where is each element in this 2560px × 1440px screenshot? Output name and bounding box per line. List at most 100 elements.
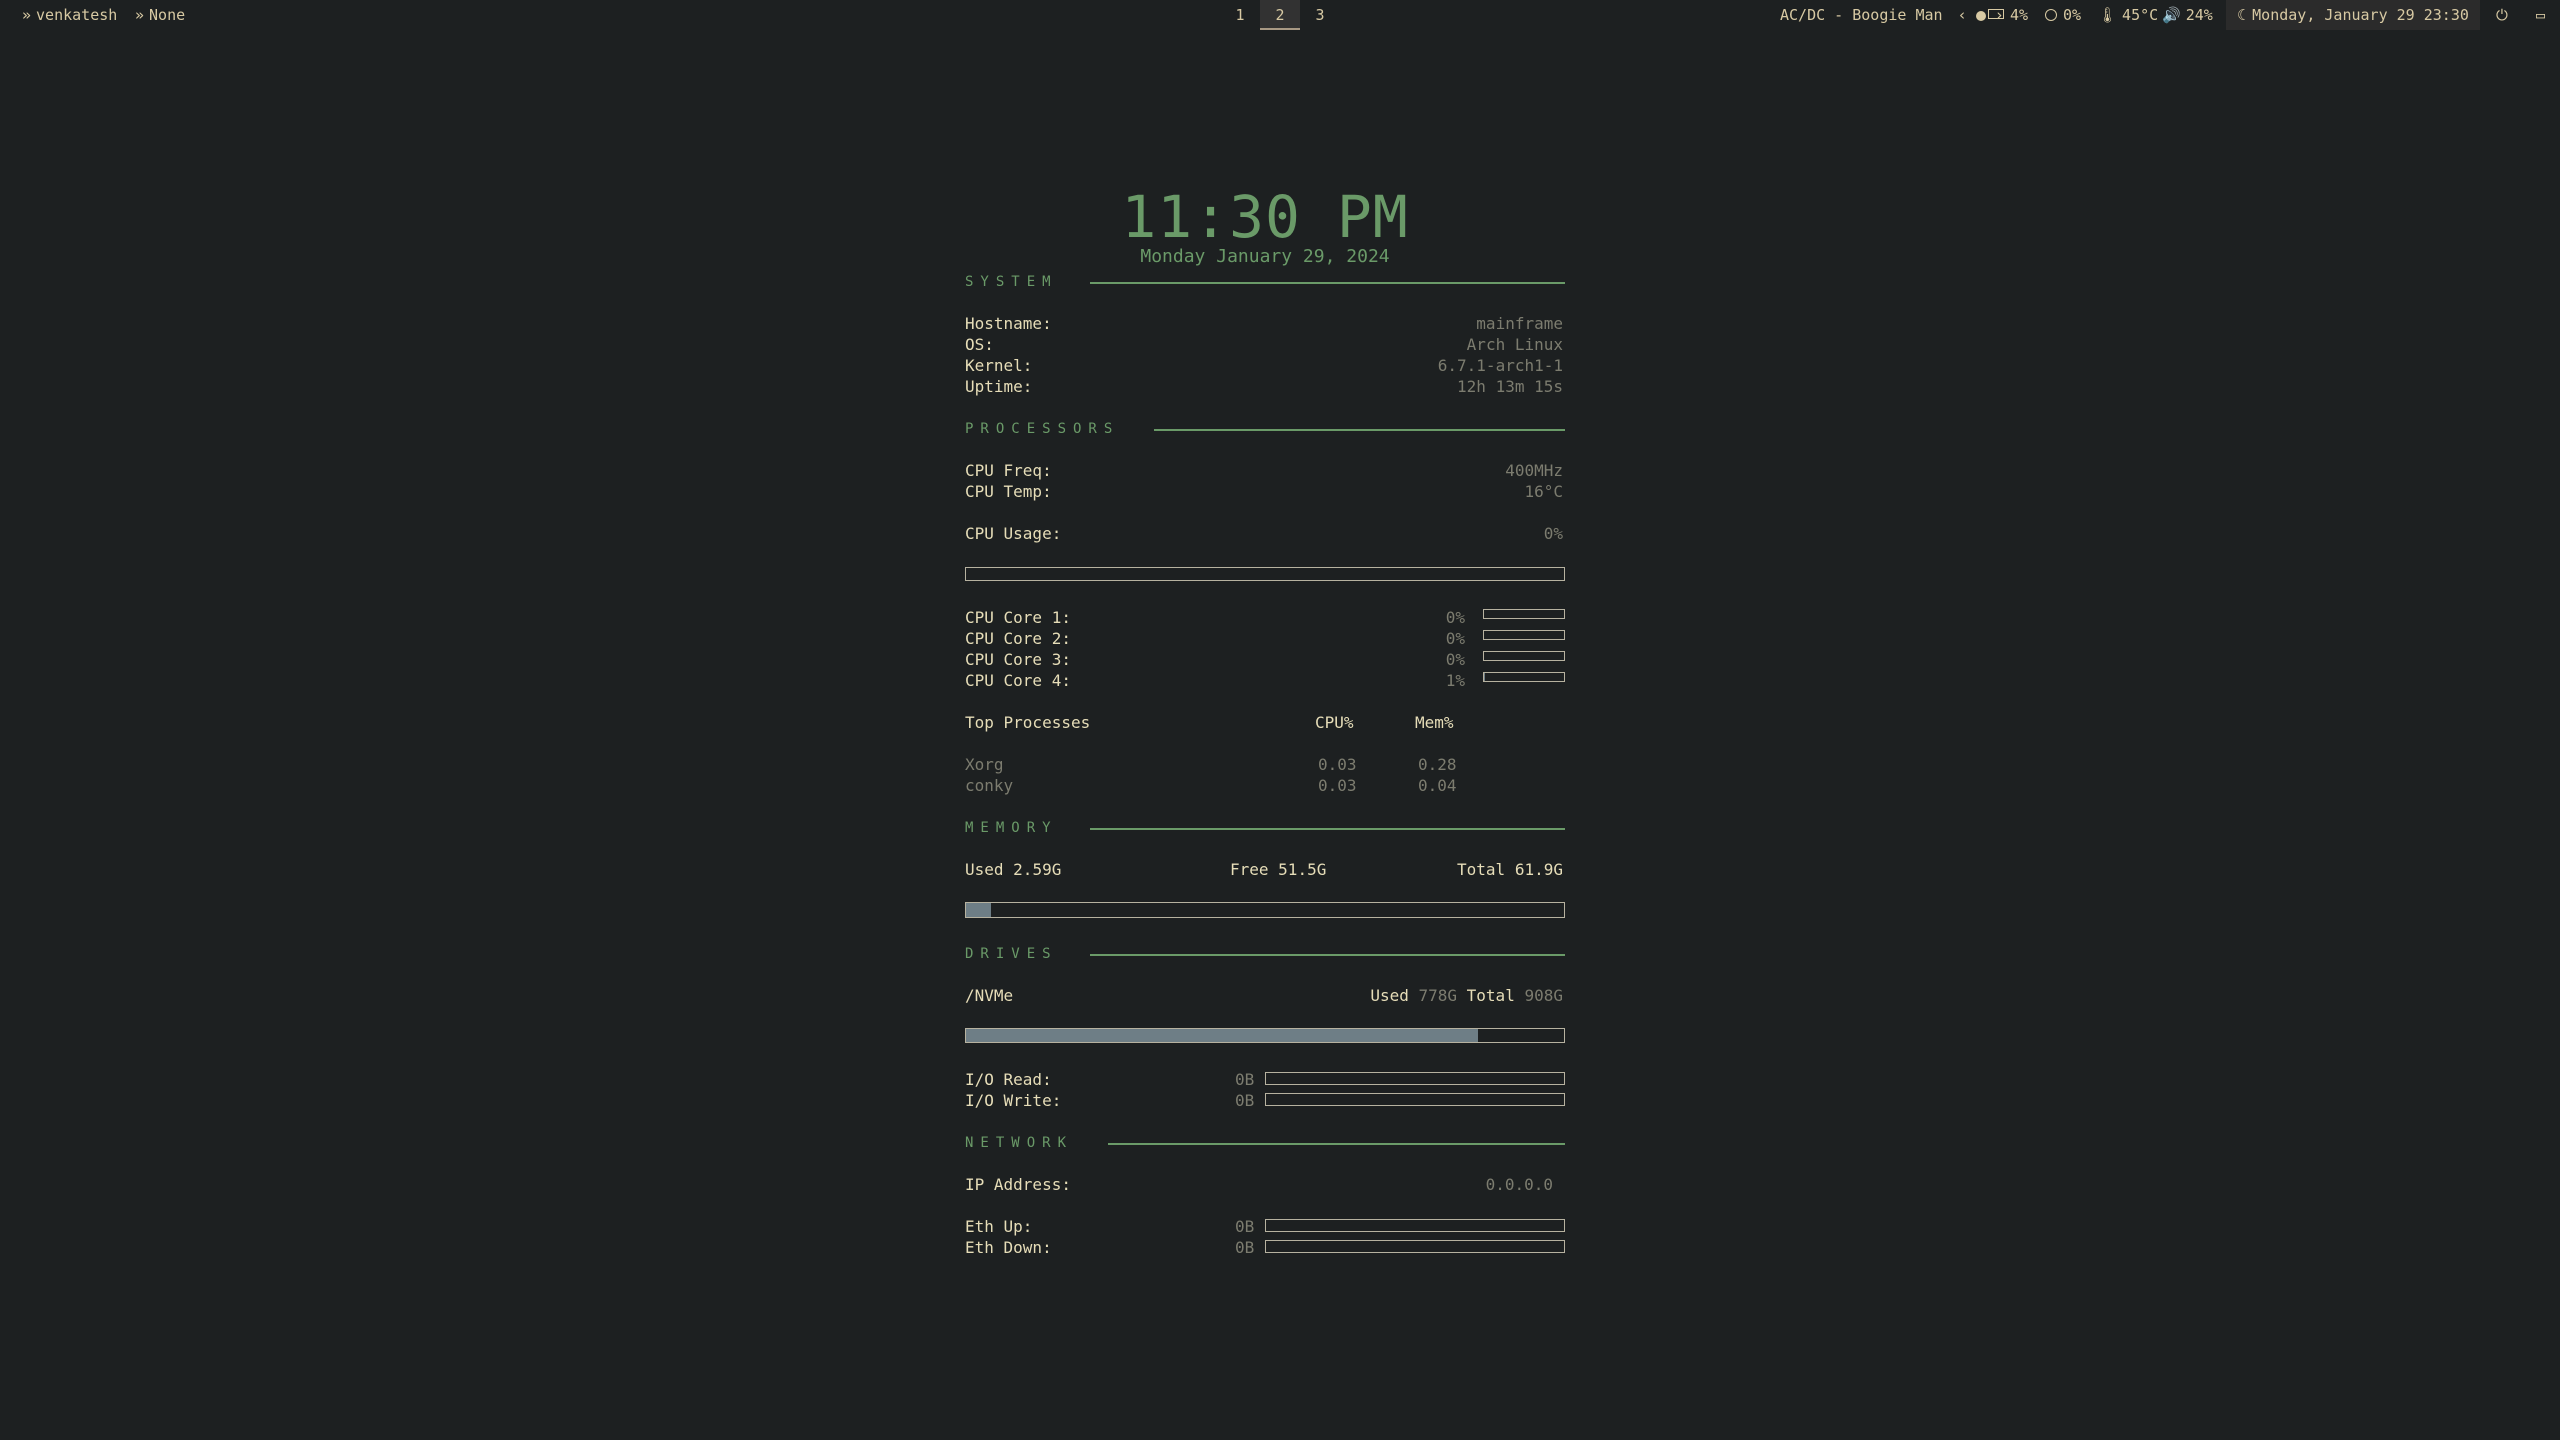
cpu-core-value: 1% — [1445, 671, 1465, 690]
section-title: DRIVES — [965, 944, 1072, 964]
io-write-label: I/O Write: — [965, 1091, 1062, 1110]
memory-used-value: 2.59G — [1013, 860, 1062, 879]
cpu-core-label: CPU Core 3: — [965, 650, 1071, 669]
io-read-value: 0B — [1235, 1070, 1255, 1089]
uptime-row: Uptime: 12h 13m 15s — [965, 376, 1565, 397]
section-title: MEMORY — [965, 818, 1072, 838]
memory-total-value: 61.9G — [1514, 860, 1563, 879]
uptime-value: 12h 13m 15s — [1457, 377, 1563, 396]
io-read-label: I/O Read: — [965, 1070, 1052, 1089]
cpu-core-row: CPU Core 4: 1% — [965, 670, 1565, 691]
prev-track-icon[interactable]: ‹ — [1958, 6, 1967, 24]
eth-down-graph — [1265, 1240, 1565, 1253]
processors-section-header: PROCESSORS — [965, 419, 1565, 439]
drive-usage-bar — [965, 1028, 1565, 1043]
process-row: Xorg 0.03 0.28 — [965, 754, 1565, 775]
cpu-freq-row: CPU Freq: 400MHz — [965, 460, 1565, 481]
kernel-label: Kernel: — [965, 356, 1033, 375]
memory-total-label: Total — [1457, 860, 1506, 879]
memory-free-value: 51.5G — [1278, 860, 1327, 879]
cpu-core-row: CPU Core 1: 0% — [965, 607, 1565, 628]
chevron-right-icon: » — [22, 6, 32, 24]
section-rule — [1090, 954, 1565, 956]
cpu-core-label: CPU Core 1: — [965, 608, 1071, 627]
hostname-row: Hostname: mainframe — [965, 313, 1565, 334]
cpu-usage-label: CPU Usage: — [965, 524, 1062, 543]
volume-value: 24% — [2185, 6, 2213, 24]
volume-icon: 🔊 — [2162, 6, 2181, 24]
drive-row: /NVMe Used 778G Total 908G — [965, 985, 1565, 1006]
io-write-value: 0B — [1235, 1091, 1255, 1110]
drive-total-label: Total — [1466, 986, 1515, 1005]
process-row: conky 0.03 0.04 — [965, 775, 1565, 796]
memory-usage-bar-fill — [966, 903, 992, 917]
user-module[interactable]: » venkatesh — [22, 0, 117, 30]
cpu-module[interactable]: 4% — [1988, 0, 2028, 30]
section-rule — [1154, 429, 1565, 431]
os-value: Arch Linux — [1466, 335, 1563, 354]
drive-used-value: 778G — [1418, 986, 1458, 1005]
process-name: Xorg — [965, 755, 1004, 774]
window-title: None — [149, 6, 186, 24]
eth-up-row: Eth Up: 0B — [965, 1216, 1565, 1237]
io-read-graph — [1265, 1072, 1565, 1085]
process-cpu: 0.03 — [1318, 755, 1357, 774]
clock-time: 11:30 PM — [1121, 183, 1409, 251]
section-rule — [1108, 1143, 1565, 1145]
eth-down-row: Eth Down: 0B — [965, 1237, 1565, 1258]
cpu-icon — [1988, 9, 2004, 19]
cpu-core-bar — [1483, 630, 1565, 640]
section-title: SYSTEM — [965, 272, 1072, 292]
cpu-usage-value: 0% — [1543, 524, 1563, 543]
memory-summary-row: Used 2.59G Free 51.5G Total 61.9G — [965, 859, 1565, 880]
eth-up-label: Eth Up: — [965, 1217, 1033, 1236]
workspace-3[interactable]: 3 — [1300, 0, 1340, 30]
os-row: OS: Arch Linux — [965, 334, 1565, 355]
user-name: venkatesh — [36, 6, 118, 24]
eth-up-graph — [1265, 1219, 1565, 1232]
section-rule — [1090, 282, 1565, 284]
cpu-freq-label: CPU Freq: — [965, 461, 1052, 480]
datetime-module[interactable]: ☾ Monday, January 29 23:30 — [2226, 0, 2480, 30]
temperature-module[interactable]: 🌡 45°C — [2098, 0, 2158, 30]
os-label: OS: — [965, 335, 994, 354]
cpu-usage-row: CPU Usage: 0% — [965, 523, 1565, 544]
system-section-header: SYSTEM — [965, 272, 1565, 292]
kernel-row: Kernel: 6.7.1-arch1-1 — [965, 355, 1565, 376]
datetime-value: Monday, January 29 23:30 — [2252, 6, 2469, 24]
top-processes-header: Top Processes CPU% Mem% — [965, 712, 1565, 733]
io-write-graph — [1265, 1093, 1565, 1106]
process-mem: 0.28 — [1418, 755, 1457, 774]
workspace-1[interactable]: 1 — [1220, 0, 1260, 30]
music-module[interactable]: AC/DC - Boogie Man ‹ › — [1780, 0, 2004, 30]
workspace-2[interactable]: 2 — [1260, 0, 1300, 30]
drive-total-value: 908G — [1524, 986, 1563, 1005]
cpu-usage-bar — [965, 567, 1565, 581]
monitor-icon[interactable]: ▭ — [2536, 0, 2545, 30]
memory-section-header: MEMORY — [965, 818, 1565, 838]
cpu-core-row: CPU Core 3: 0% — [965, 649, 1565, 670]
drive-stats: Used 778G Total 908G — [1370, 985, 1563, 1006]
io-write-row: I/O Write: 0B — [965, 1090, 1565, 1111]
cpu-temp-value: 16°C — [1524, 482, 1563, 501]
uptime-label: Uptime: — [965, 377, 1033, 396]
top-bar: » venkatesh » None 1 2 3 AC/DC - Boogie Ma… — [0, 0, 2560, 30]
volume-module[interactable]: 🔊 24% — [2162, 0, 2213, 30]
drive-name: /NVMe — [965, 986, 1014, 1005]
moon-icon: ☾ — [2237, 6, 2247, 24]
kernel-value: 6.7.1-arch1-1 — [1437, 356, 1563, 375]
memory-icon — [2045, 9, 2057, 21]
top-processes-title: Top Processes — [965, 713, 1091, 732]
cpu-core-bar — [1483, 651, 1565, 661]
memory-module[interactable]: 0% — [2045, 0, 2081, 30]
cpu-core-label: CPU Core 2: — [965, 629, 1071, 648]
ip-address-row: IP Address: 0.0.0.0 — [965, 1174, 1565, 1195]
memory-usage-bar — [965, 902, 1565, 918]
mem-column-header: Mem% — [1415, 713, 1454, 732]
play-pause-icon[interactable] — [1975, 11, 1986, 21]
section-title: PROCESSORS — [965, 419, 1134, 439]
cpu-temp-row: CPU Temp: 16°C — [965, 481, 1565, 502]
temperature-value: 45°C — [2122, 6, 2159, 24]
power-icon[interactable]: ⏻ — [2496, 0, 2508, 30]
io-read-row: I/O Read: 0B — [965, 1069, 1565, 1090]
